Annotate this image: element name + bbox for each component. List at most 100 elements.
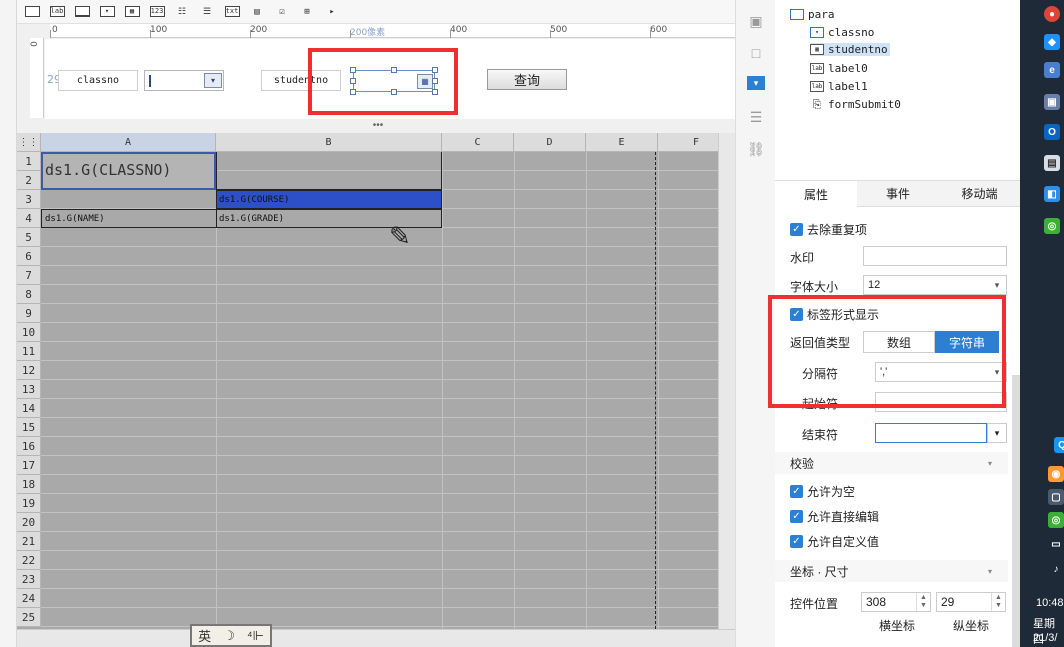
tree-item-classno[interactable]: ▾ classno <box>810 26 874 39</box>
tree-item-label1[interactable]: lab label1 <box>810 80 868 93</box>
validation-section[interactable]: 校验 ▾ <box>775 452 1008 474</box>
notes-icon[interactable]: ▤ <box>1044 155 1060 171</box>
chrome-icon[interactable]: ● <box>1044 6 1060 22</box>
label-icon[interactable]: lab <box>48 4 66 20</box>
button-icon[interactable] <box>73 4 91 20</box>
row-header[interactable]: 23 <box>17 570 41 589</box>
row-header[interactable]: 6 <box>17 247 41 266</box>
combo-icon[interactable]: ▾ <box>98 4 116 20</box>
tree-root[interactable]: para <box>790 8 835 21</box>
row-header[interactable]: 2 <box>17 171 41 190</box>
outlook-icon[interactable]: O <box>1044 124 1060 140</box>
row-header[interactable]: 25 <box>17 608 41 627</box>
clock-date[interactable]: 21/3/ <box>1033 632 1057 644</box>
row-header[interactable]: 16 <box>17 437 41 456</box>
label-classno[interactable]: classno <box>58 70 138 91</box>
row-header[interactable]: 8 <box>17 285 41 304</box>
row-header[interactable]: 4 <box>17 209 41 228</box>
ime-toolbar[interactable]: 英 ☽ ⁴⊩ <box>190 624 272 647</box>
widget-settings-icon[interactable]: ▣ <box>746 12 766 30</box>
clock-time[interactable]: 10:48 <box>1036 597 1064 609</box>
tab-mobile[interactable]: 移动端 <box>939 181 1020 207</box>
font-size-select[interactable]: 12 ▾ <box>863 275 1007 295</box>
row-header[interactable]: 17 <box>17 456 41 475</box>
textbox-icon[interactable] <box>23 4 41 20</box>
row-header[interactable]: 14 <box>17 399 41 418</box>
ime-symbol[interactable]: ⁴⊩ <box>247 628 264 644</box>
spinner-icon[interactable]: ▲ ▼ <box>916 593 930 611</box>
app-icon[interactable]: ◧ <box>1044 186 1060 202</box>
row-header[interactable]: 3 <box>17 190 41 209</box>
watermark-input[interactable] <box>863 246 1007 266</box>
splitter-handle[interactable]: ••• <box>368 120 388 131</box>
ime-lang[interactable]: 英 <box>198 626 211 645</box>
sheet-horizontal-scrollbar[interactable] <box>17 629 735 647</box>
row-header[interactable]: 21 <box>17 532 41 551</box>
coords-section[interactable]: 坐标 · 尺寸 ▾ <box>775 560 1008 582</box>
allow-custom-value-checkbox[interactable]: ✓ 允许自定义值 <box>790 533 879 550</box>
cell-b1[interactable] <box>216 152 442 190</box>
checkbox-group-icon[interactable]: ☰ <box>198 4 216 20</box>
row-header[interactable]: 18 <box>17 475 41 494</box>
column-header-a[interactable]: A <box>41 133 216 152</box>
row-header[interactable]: 13 <box>17 380 41 399</box>
row-header[interactable]: 22 <box>17 551 41 570</box>
combo-settings-icon[interactable]: ▾ <box>747 76 765 90</box>
moon-icon[interactable]: ☽ <box>223 628 235 644</box>
tray-app-icon[interactable]: ◉ <box>1048 466 1064 482</box>
tree-item-formsubmit0[interactable]: ⎘ formSubmit0 <box>810 98 901 111</box>
column-header-c[interactable]: C <box>442 133 514 152</box>
tree-item-studentno[interactable]: ▦ studentno <box>810 43 890 56</box>
column-header-e[interactable]: E <box>586 133 658 152</box>
link-icon[interactable]: ⛓ <box>746 140 766 158</box>
list-icon[interactable]: ▤ <box>248 4 266 20</box>
column-header-b[interactable]: B <box>216 133 442 152</box>
sheet-vertical-scrollbar[interactable] <box>718 133 735 629</box>
textarea-icon[interactable]: txt <box>223 4 241 20</box>
tree-icon[interactable]: ⊞ <box>298 4 316 20</box>
row-header[interactable]: 5 <box>17 228 41 247</box>
wechat-icon[interactable]: ◎ <box>1044 218 1060 234</box>
row-header[interactable]: 12 <box>17 361 41 380</box>
pos-x-input[interactable]: 308 ▲ ▼ <box>861 592 931 612</box>
column-header-d[interactable]: D <box>514 133 586 152</box>
props-scrollbar[interactable] <box>1012 375 1020 647</box>
row-header[interactable]: 19 <box>17 494 41 513</box>
chevron-down-icon[interactable]: ▾ <box>988 276 1006 294</box>
tray-wechat-icon[interactable]: ◎ <box>1048 512 1064 528</box>
tab-events[interactable]: 事件 <box>857 181 939 207</box>
list-settings-icon[interactable]: ☰ <box>746 108 766 126</box>
radio-group-icon[interactable]: ☷ <box>173 4 191 20</box>
report-sheet[interactable]: ⋮⋮ A B C D E F ds1.G(CLASSNO) ds1.G(COUR… <box>17 133 735 629</box>
volume-icon[interactable]: ♪ <box>1048 561 1064 577</box>
allow-empty-checkbox[interactable]: ✓ 允许为空 <box>790 483 855 500</box>
tab-properties[interactable]: 属性 <box>775 181 857 207</box>
spinner-icon[interactable]: ▲ ▼ <box>991 593 1005 611</box>
row-header[interactable]: 7 <box>17 266 41 285</box>
pos-y-input[interactable]: 29 ▲ ▼ <box>936 592 1006 612</box>
remove-duplicates-checkbox[interactable]: ✓ 去除重复项 <box>790 221 867 238</box>
remote-desktop-icon[interactable]: ▣ <box>1044 94 1060 110</box>
battery-icon[interactable]: ▭ <box>1048 536 1064 552</box>
row-header[interactable]: 24 <box>17 589 41 608</box>
date-icon[interactable]: ▦ <box>123 4 141 20</box>
qq-icon[interactable]: Q <box>1054 437 1064 453</box>
chevron-down-icon[interactable]: ▾ <box>987 423 1007 443</box>
end-input[interactable] <box>875 423 987 443</box>
chevron-down-icon[interactable]: ▾ <box>204 73 222 88</box>
corner-cell[interactable]: ⋮⋮ <box>17 133 41 152</box>
checkbox-icon[interactable]: ☑ <box>273 4 291 20</box>
tray-window-icon[interactable]: ▢ <box>1048 489 1064 505</box>
more-icon[interactable]: ▸ <box>323 4 341 20</box>
tree-item-label0[interactable]: lab label0 <box>810 62 868 75</box>
ie-icon[interactable]: e <box>1044 62 1060 78</box>
query-button[interactable]: 查询 <box>487 69 567 90</box>
allow-direct-edit-checkbox[interactable]: ✓ 允许直接编辑 <box>790 508 879 525</box>
square-icon[interactable]: □ <box>746 44 766 62</box>
browser-icon[interactable]: ◆ <box>1044 34 1060 50</box>
row-header[interactable]: 10 <box>17 323 41 342</box>
row-header[interactable]: 15 <box>17 418 41 437</box>
row-header[interactable]: 11 <box>17 342 41 361</box>
row-header[interactable]: 20 <box>17 513 41 532</box>
number-icon[interactable]: 123 <box>148 4 166 20</box>
